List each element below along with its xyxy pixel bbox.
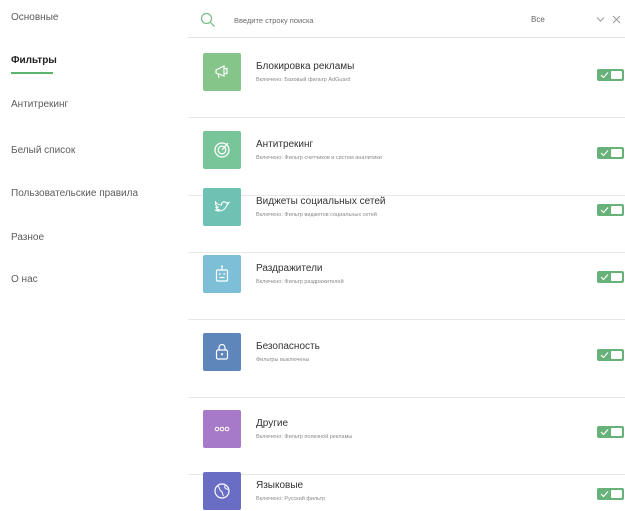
check-icon <box>600 274 609 281</box>
filter-toggle[interactable] <box>597 426 624 438</box>
check-icon <box>600 150 609 157</box>
filter-title: Антитрекинг <box>256 139 314 150</box>
search-icon[interactable] <box>200 12 216 28</box>
filter-subtitle: Включено: Базовый фильтр AdGuard <box>256 77 351 83</box>
filter-title: Другие <box>256 418 289 429</box>
robot-icon <box>215 265 229 282</box>
filter-category-icon <box>203 333 241 371</box>
filter-toggle[interactable] <box>597 271 624 283</box>
chevron-down-icon[interactable] <box>596 16 605 23</box>
filter-title: Раздражители <box>256 263 323 274</box>
lock-icon <box>215 343 229 360</box>
dots-icon <box>214 426 230 432</box>
filter-toggle[interactable] <box>597 488 624 500</box>
sidebar-item-general[interactable]: Основные <box>11 12 58 23</box>
filter-toggle[interactable] <box>597 147 624 159</box>
target-icon <box>214 142 230 158</box>
filter-subtitle: Включено: Фильтр раздражителей <box>256 279 344 285</box>
close-icon[interactable] <box>612 15 621 24</box>
filter-select[interactable]: Все <box>531 15 545 24</box>
filter-subtitle: Включено: Фильтр полезной рекламы <box>256 434 353 440</box>
filter-toggle[interactable] <box>597 204 624 216</box>
check-icon <box>600 429 609 436</box>
globe-icon <box>214 483 230 499</box>
sidebar-item-misc[interactable]: Разное <box>11 232 44 243</box>
filter-subtitle: Включено: Русский фильтр <box>256 496 326 502</box>
filter-category-icon <box>203 410 241 448</box>
active-tab-indicator <box>11 72 53 74</box>
sidebar: Основные Фильтры Антитрекинг Белый списо… <box>0 0 175 511</box>
filter-category-icon <box>203 188 241 226</box>
bird-icon <box>214 200 231 212</box>
check-icon <box>600 491 609 498</box>
filter-row-security[interactable]: Безопасность Фильтры выключены <box>188 320 625 398</box>
filter-row-language[interactable]: Языковые Включено: Русский фильтр <box>188 459 625 511</box>
filter-subtitle: Включено: Фильтр счетчиков и систем анал… <box>256 155 382 161</box>
filter-row-annoyances[interactable]: Раздражители Включено: Фильтр раздражите… <box>188 242 625 320</box>
check-icon <box>600 72 609 79</box>
sidebar-item-antitracking[interactable]: Антитрекинг <box>11 99 68 110</box>
filter-title: Языковые <box>256 480 304 491</box>
sidebar-item-about[interactable]: О нас <box>11 274 38 285</box>
filter-subtitle: Фильтры выключены <box>256 357 310 363</box>
filter-title: Виджеты социальных сетей <box>256 196 386 207</box>
sidebar-item-whitelist[interactable]: Белый список <box>11 145 75 156</box>
filter-subtitle: Включено: Фильтр виджетов социальных сет… <box>256 212 377 218</box>
filter-toggle[interactable] <box>597 349 624 361</box>
search-divider <box>188 37 625 38</box>
filter-category-icon <box>203 131 241 169</box>
filter-category-icon <box>203 255 241 293</box>
check-icon <box>600 352 609 359</box>
filter-title: Безопасность <box>256 341 320 352</box>
sidebar-item-filters[interactable]: Фильтры <box>11 55 57 66</box>
megaphone-icon <box>215 65 228 79</box>
filter-category-icon <box>203 472 241 510</box>
filter-toggle[interactable] <box>597 69 624 81</box>
filter-row-ad-blocking[interactable]: Блокировка рекламы Включено: Базовый фил… <box>188 40 625 118</box>
sidebar-item-user-rules[interactable]: Пользовательские правила <box>11 188 138 199</box>
search-input[interactable] <box>234 12 494 29</box>
filter-category-icon <box>203 53 241 91</box>
filter-title: Блокировка рекламы <box>256 61 355 72</box>
check-icon <box>600 207 609 214</box>
